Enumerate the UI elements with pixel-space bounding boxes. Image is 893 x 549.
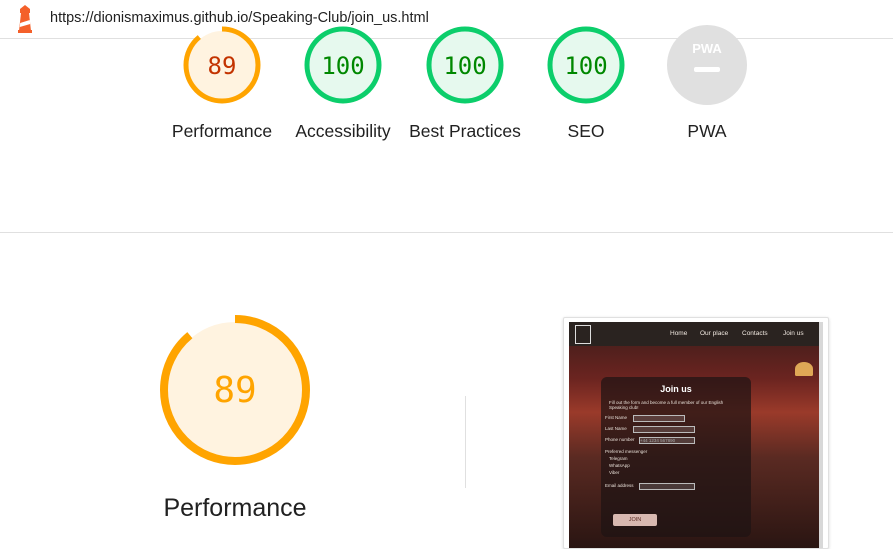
screenshot-email-label: Email address [605, 483, 634, 488]
screenshot-first-name-input [633, 415, 685, 422]
club-logo-icon [575, 325, 591, 344]
final-screenshot[interactable]: Home Our place Contacts Join us Join us … [563, 317, 829, 549]
gauge-label: PWA [687, 121, 727, 141]
screenshot-nav-contacts: Contacts [742, 330, 768, 337]
performance-gauge-large-circle: 89 [160, 315, 310, 465]
screenshot-nav-join-us: Join us [783, 330, 804, 337]
gauge-label: SEO [567, 121, 605, 141]
lighthouse-logo-icon [18, 5, 32, 33]
screenshot-phone-label: Phone number [605, 437, 635, 442]
screenshot-form: Join us Fill out the form and become a f… [601, 377, 751, 537]
gauge-best-practices-circle: 100 [426, 26, 504, 104]
screenshot-nav-home: Home [670, 330, 688, 337]
gauge-score: 89 [208, 52, 237, 80]
screenshot-messenger-1: Telegram [609, 456, 628, 461]
gauge-label: Best Practices [409, 121, 521, 141]
screenshot-phone-input: +44 1234 567890 [639, 437, 695, 444]
screenshot-nav: Home Our place Contacts Join us [569, 322, 819, 346]
gauge-label: Accessibility [295, 121, 391, 141]
page-url-link[interactable]: https://dionismaximus.github.io/Speaking… [50, 10, 429, 26]
pwa-badge-icon: PWA [667, 25, 747, 105]
performance-heading: Performance [163, 494, 307, 522]
gauge-accessibility-circle: 100 [304, 26, 382, 104]
gauge-best-practices[interactable]: 100 Best Practices [405, 25, 525, 144]
screenshot-last-name-label: Last Name [605, 426, 627, 431]
screenshot-email-input [639, 483, 695, 490]
gauge-pwa[interactable]: PWA PWA [647, 25, 767, 144]
screenshot-join-button: JOIN [613, 514, 657, 526]
screenshot-messenger-label: Preferred messenger [605, 449, 648, 454]
screenshot-messenger-2: WhatsApp [609, 463, 630, 468]
gauge-performance[interactable]: 89 Performance [162, 25, 282, 144]
gauge-score: 100 [564, 52, 607, 80]
screenshot-image: Home Our place Contacts Join us Join us … [569, 322, 819, 548]
gauge-seo-circle: 100 [547, 26, 625, 104]
gauge-label: Performance [171, 121, 273, 141]
screenshot-scrollbar [819, 322, 823, 548]
gauge-seo[interactable]: 100 SEO [526, 25, 646, 144]
screenshot-intro: Fill out the form and become a full memb… [609, 400, 724, 410]
screenshot-messenger-3: Viber [609, 470, 620, 475]
performance-score-large: 89 [213, 370, 256, 411]
gauge-score: 100 [321, 52, 364, 80]
gauge-score: 100 [443, 52, 486, 80]
screenshot-last-name-input [633, 426, 695, 433]
pwa-badge-text: PWA [692, 41, 722, 56]
screenshot-nav-our-place: Our place [700, 330, 729, 337]
divider [465, 396, 466, 488]
performance-gauge-large[interactable]: 89 [150, 305, 320, 480]
screenshot-form-title: Join us [660, 384, 692, 394]
gauge-performance-circle: 89 [183, 26, 261, 104]
screenshot-first-name-label: First Name [605, 415, 628, 420]
lamp-graphic [795, 362, 813, 376]
gauge-accessibility[interactable]: 100 Accessibility [283, 25, 403, 144]
